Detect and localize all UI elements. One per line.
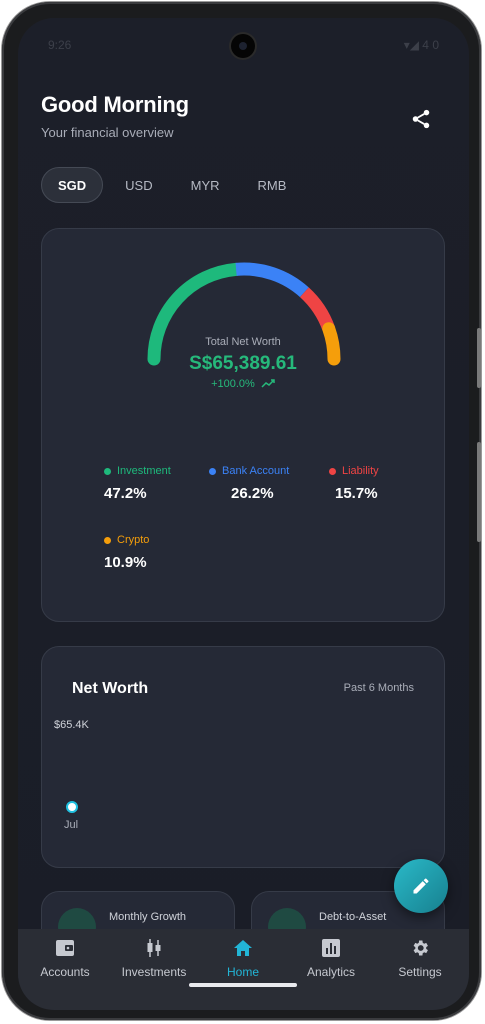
total-net-worth-value: S$65,389.61: [189, 353, 297, 374]
candlestick-icon: [143, 937, 165, 959]
allocation-value: 47.2%: [104, 485, 147, 502]
nav-settings[interactable]: Settings: [375, 937, 465, 981]
nav-accounts[interactable]: Accounts: [20, 937, 110, 981]
allocation-investment: Investment 47.2%: [92, 455, 202, 515]
gauge-segment-liability: [299, 287, 335, 332]
chart-x-label: Jul: [64, 819, 79, 831]
currency-tab-rmb[interactable]: RMB: [242, 167, 303, 203]
net-worth-change-text: +100.0%: [211, 378, 255, 390]
app-screen: 9:26 ▾◢ 4 0 Good Morning Your financial …: [18, 18, 469, 1010]
nav-label: Settings: [398, 965, 442, 979]
allocation-value: 15.7%: [335, 485, 378, 502]
share-icon: [412, 109, 430, 129]
net-worth-change: +100.0%: [42, 378, 444, 390]
nav-label: Investments: [121, 965, 187, 979]
allocation-value: 26.2%: [231, 485, 274, 502]
currency-tab-myr[interactable]: MYR: [175, 167, 236, 203]
investment-dot: [104, 467, 111, 475]
nav-investments[interactable]: Investments: [109, 937, 199, 981]
camera-cutout: [231, 34, 255, 58]
allocation-label: Bank Account: [222, 465, 290, 477]
allocation-label: Liability: [342, 465, 379, 477]
trending-up-icon: [261, 379, 275, 388]
phone-frame: 9:26 ▾◢ 4 0 Good Morning Your financial …: [2, 2, 481, 1020]
home-icon: [232, 937, 254, 959]
nav-analytics[interactable]: Analytics: [286, 937, 376, 981]
gauge-segment-bank-account: [235, 262, 309, 298]
nav-label: Analytics: [306, 965, 356, 979]
mini-card-label: Monthly Growth: [109, 911, 187, 923]
page-title: Good Morning: [41, 92, 189, 117]
allocation-value: 10.9%: [104, 554, 147, 571]
chart-title: Net Worth: [72, 680, 149, 697]
nav-label: Home: [226, 965, 259, 979]
chart-range: Past 6 Months: [343, 682, 414, 694]
allocation-label: Investment: [117, 465, 171, 477]
edit-fab-button[interactable]: [394, 859, 448, 913]
bank-account-dot: [209, 467, 216, 475]
currency-tab-usd[interactable]: USD: [109, 167, 168, 203]
total-net-worth-label: Total Net Worth: [205, 336, 281, 348]
pencil-icon: [413, 878, 429, 894]
crypto-dot: [104, 536, 111, 544]
currency-tabs: SGD USD MYR RMB: [41, 167, 302, 203]
allocation-liability: Liability 15.7%: [317, 455, 427, 515]
net-worth-chart-card: Net Worth Past 6 Months $65.4K Jul: [41, 646, 445, 868]
power-button: [477, 442, 481, 542]
share-button[interactable]: [406, 104, 436, 134]
wallet-icon: [54, 937, 76, 959]
volume-button: [477, 328, 481, 388]
analytics-icon: [320, 937, 342, 959]
chart-data-point[interactable]: [66, 801, 78, 813]
nav-label: Accounts: [40, 965, 90, 979]
currency-tab-sgd[interactable]: SGD: [41, 167, 104, 203]
status-time: 9:26: [48, 38, 72, 52]
allocation-label: Crypto: [117, 534, 150, 546]
net-worth-overview-card: Total Net Worth S$65,389.61 +100.0% Inve…: [41, 228, 445, 622]
chart-y-label: $65.4K: [54, 719, 89, 731]
page-subtitle: Your financial overview: [41, 125, 174, 140]
allocation-crypto: Crypto 10.9%: [92, 524, 202, 584]
status-icons: ▾◢ 4 0: [403, 38, 439, 52]
mini-card-label: Debt-to-Asset: [319, 911, 387, 923]
home-indicator: [189, 983, 297, 987]
nav-home[interactable]: Home: [198, 937, 288, 981]
allocation-bank-account: Bank Account 26.2%: [197, 455, 327, 515]
bottom-navigation: Accounts Investments Home Analytics Sett…: [18, 929, 469, 1010]
gear-icon: [409, 937, 431, 959]
liability-dot: [329, 467, 336, 475]
